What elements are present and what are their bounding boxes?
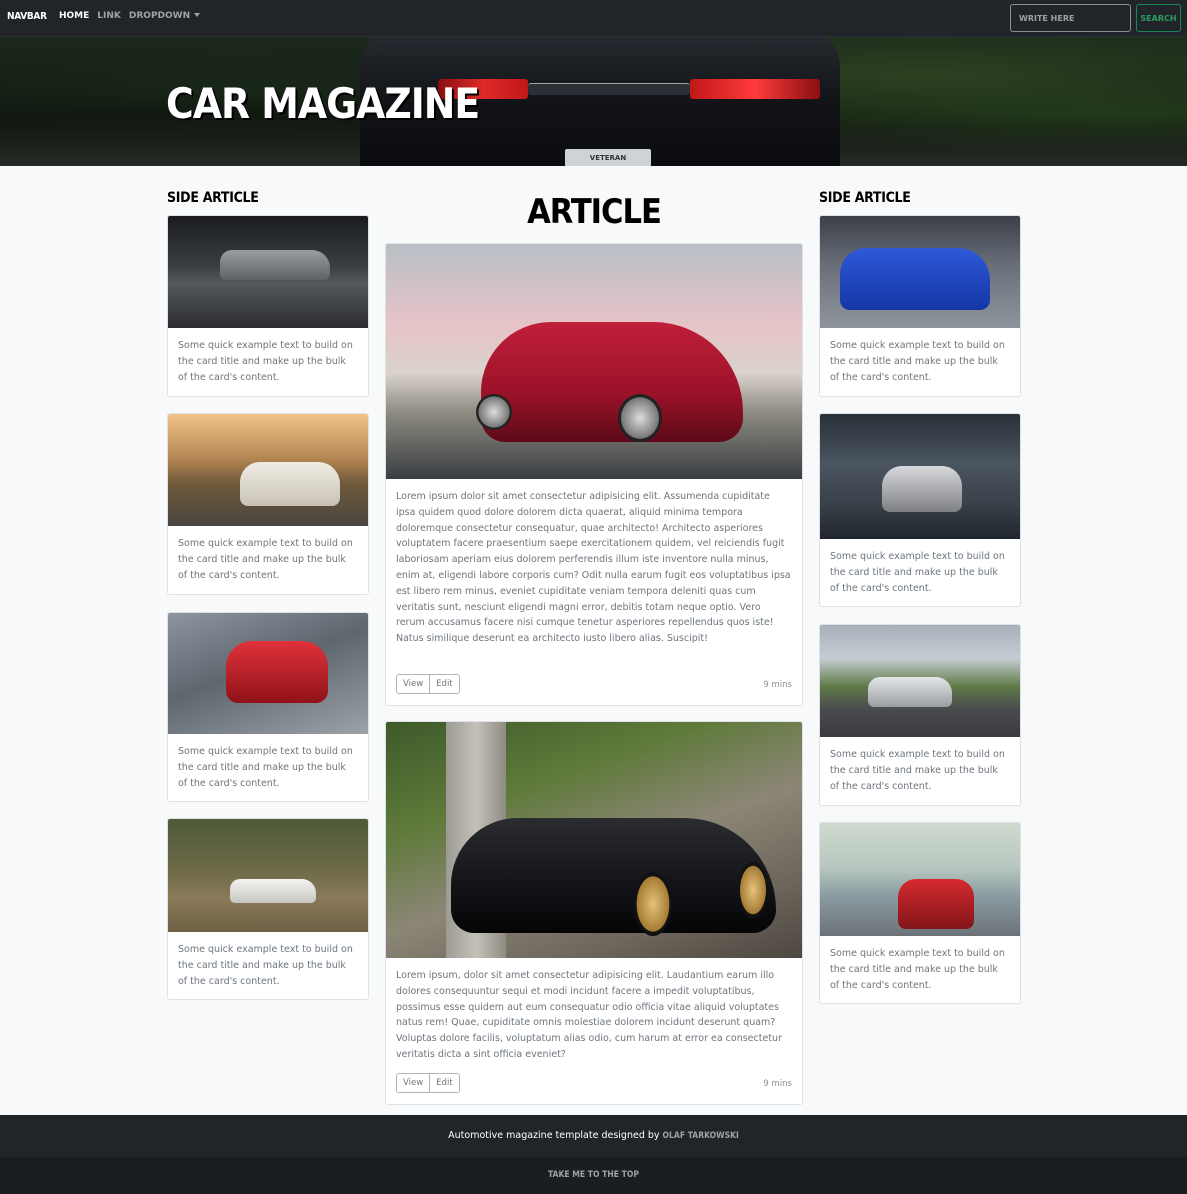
read-time: 9 mins <box>763 1079 792 1089</box>
footer-text: Automotive magazine template designed by <box>448 1130 663 1141</box>
read-time: 9 mins <box>763 680 792 690</box>
navbar-brand[interactable]: NAVBAR <box>7 11 47 22</box>
article-card: Lorem ipsum, dolor sit amet consectetur … <box>385 721 803 1105</box>
side-card[interactable]: Some quick example text to build on the … <box>819 624 1021 806</box>
side-card[interactable]: Some quick example text to build on the … <box>167 612 369 802</box>
car-shape <box>226 641 328 703</box>
view-button[interactable]: View <box>396 1073 431 1093</box>
card-text: Some quick example text to build on the … <box>830 551 1005 594</box>
right-side-title: SIDE ARTICLE <box>819 190 911 206</box>
side-card[interactable]: Some quick example text to build on the … <box>167 413 369 595</box>
side-card[interactable]: Some quick example text to build on the … <box>819 413 1021 607</box>
side-card[interactable]: Some quick example text to build on the … <box>167 215 369 397</box>
card-text: Some quick example text to build on the … <box>830 948 1005 991</box>
card-text: Some quick example text to build on the … <box>830 340 1005 383</box>
edit-button[interactable]: Edit <box>430 1073 460 1093</box>
card-image <box>820 216 1020 328</box>
caret-down-icon <box>194 13 201 17</box>
car-shape <box>220 250 330 280</box>
main-title: ARTICLE <box>527 192 662 232</box>
car-shape <box>898 879 974 929</box>
nav-link-link[interactable]: LINK <box>97 11 121 21</box>
footer-author-link[interactable]: OLAF TARKOWSKI <box>663 1131 739 1141</box>
card-image <box>168 819 368 932</box>
nav-dropdown-label: DROPDOWN <box>128 11 191 21</box>
article-text: Lorem ipsum, dolor sit amet consectetur … <box>396 970 782 1060</box>
car-shape <box>230 879 316 903</box>
card-text: Some quick example text to build on the … <box>178 944 353 987</box>
license-plate: VETERAN <box>565 149 651 166</box>
article-image <box>386 722 802 958</box>
nav-links: HOME LINK DROPDOWN <box>59 11 201 21</box>
search-button[interactable]: SEARCH <box>1136 4 1181 32</box>
card-text: Some quick example text to build on the … <box>178 746 353 789</box>
back-to-top-bar: TAKE ME TO THE TOP <box>0 1157 1187 1194</box>
article-card: Lorem ipsum dolor sit amet consectetur a… <box>385 243 803 706</box>
car-shape <box>451 818 776 933</box>
hero-title: CAR MAGAZINE <box>166 79 480 128</box>
card-image <box>820 414 1020 539</box>
tail-light <box>690 79 820 99</box>
card-image <box>168 216 368 328</box>
card-text: Some quick example text to build on the … <box>830 749 1005 792</box>
card-text: Some quick example text to build on the … <box>178 538 353 581</box>
card-image <box>168 613 368 734</box>
wheel-shape <box>738 862 768 918</box>
article-actions: View Edit <box>396 674 460 694</box>
card-text: Some quick example text to build on the … <box>178 340 353 383</box>
car-shape <box>240 462 340 506</box>
car-shape <box>882 466 962 512</box>
license-plate-text: VETERAN <box>589 154 627 162</box>
card-image <box>820 823 1020 936</box>
article-image <box>386 244 802 479</box>
wheel-shape <box>634 872 672 936</box>
wheel-shape <box>476 394 512 430</box>
hero-banner: VETERAN CAR MAGAZINE <box>0 37 1187 166</box>
back-to-top-link[interactable]: TAKE ME TO THE TOP <box>548 1170 639 1180</box>
side-card[interactable]: Some quick example text to build on the … <box>819 215 1021 397</box>
car-shape <box>868 677 952 707</box>
car-shape <box>840 248 990 310</box>
left-side-title: SIDE ARTICLE <box>167 190 259 206</box>
nav-home-link[interactable]: HOME <box>59 11 89 21</box>
wheel-shape <box>618 394 662 442</box>
card-image <box>168 414 368 526</box>
footer: Automotive magazine template designed by… <box>0 1115 1187 1157</box>
edit-button[interactable]: Edit <box>430 674 460 694</box>
card-image <box>820 625 1020 737</box>
side-card[interactable]: Some quick example text to build on the … <box>167 818 369 1000</box>
article-text: Lorem ipsum dolor sit amet consectetur a… <box>396 491 791 645</box>
article-actions: View Edit <box>396 1073 460 1093</box>
nav-dropdown[interactable]: DROPDOWN <box>128 11 201 21</box>
view-button[interactable]: View <box>396 674 431 694</box>
car-shape <box>481 322 743 442</box>
trunk-trim <box>528 83 690 95</box>
navbar: NAVBAR HOME LINK DROPDOWN SEARCH <box>0 0 1187 37</box>
search-input[interactable] <box>1010 4 1131 32</box>
side-card[interactable]: Some quick example text to build on the … <box>819 822 1021 1004</box>
